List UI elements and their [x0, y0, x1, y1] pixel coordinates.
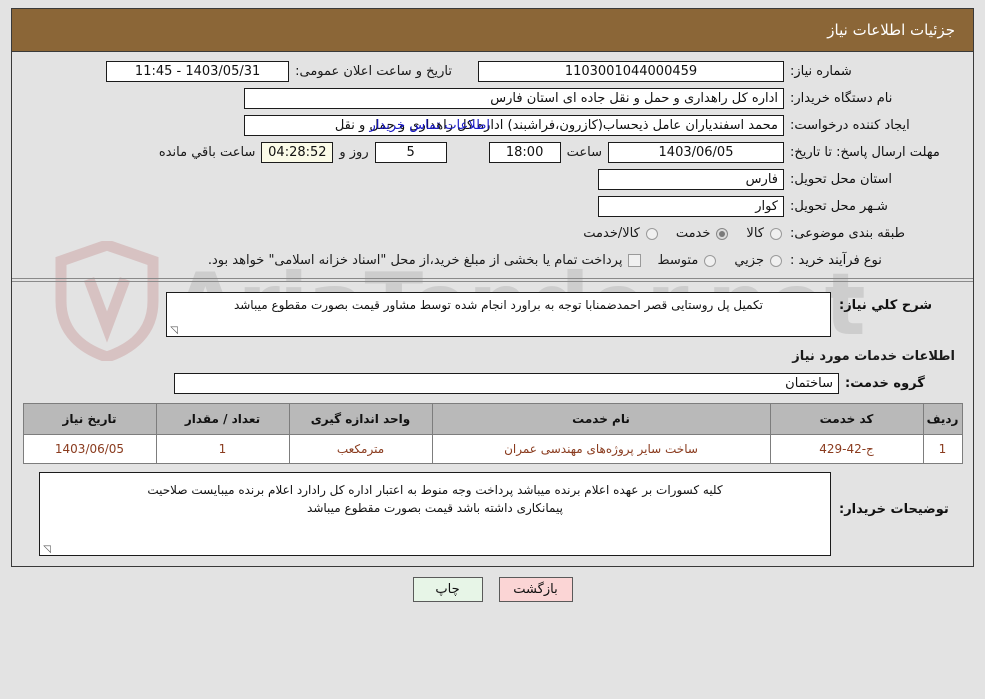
- row-process-type: نوع فرآیند خرید : جزیي متوسط پرداخت تمام…: [26, 247, 959, 274]
- deadline-time-label: ساعت: [566, 145, 602, 160]
- cell-need-date: 1403/06/05: [22, 434, 157, 464]
- footer-actions: بازگشت چاپ: [11, 577, 974, 602]
- row-deadline: مهلت ارسال پاسخ: تا تاریخ: 1403/06/05 سا…: [26, 139, 959, 166]
- category-radio-group: کالا خدمت کالا/خدمت: [567, 226, 784, 241]
- col-unit: واحد اندازه گیری: [288, 403, 433, 435]
- process-radio-group: جزیي متوسط: [641, 253, 784, 268]
- deadline-date-value: 1403/06/05: [608, 142, 784, 163]
- province-label: استان محل تحویل:: [790, 172, 892, 187]
- service-group-value: ساختمان: [174, 373, 839, 394]
- process-option-motavaset-label: متوسط: [657, 253, 699, 268]
- general-desc-label: شرح کلي نیاز:: [839, 298, 933, 313]
- col-quantity: تعداد / مقدار: [155, 403, 290, 435]
- public-announce-value: 11:45 - 1403/05/31: [106, 61, 290, 82]
- buyer-notes-label: توضیحات خریدار:: [839, 502, 949, 517]
- row-requester: ایجاد کننده درخواست: محمد اسفندیاران عام…: [26, 112, 959, 139]
- cell-index: 1: [922, 434, 963, 464]
- city-value: کوار: [598, 196, 784, 217]
- remaining-days-label: روز و: [339, 145, 369, 160]
- radio-icon-kala[interactable]: [770, 227, 782, 240]
- resize-grip-icon-2[interactable]: ◸: [42, 544, 52, 555]
- need-number-value: 1103001044000459: [478, 61, 784, 82]
- row-category: طبقه بندی موضوعی: کالا خدمت کالا/خدمت: [26, 220, 959, 247]
- category-option-khedmat[interactable]: خدمت: [676, 226, 729, 241]
- general-desc-value: تکمیل پل روستایی قصر احمدضمنابا توجه به …: [233, 298, 764, 312]
- buyer-notes-line-2: پیمانکاری داشته باشد قیمت بصورت مقطوع می…: [307, 501, 563, 515]
- service-group-section: گروه خدمت: ساختمان: [12, 368, 973, 397]
- print-button[interactable]: چاپ: [412, 577, 483, 602]
- deadline-time-value: 18:00: [488, 142, 561, 163]
- need-number-label: شماره نیاز:: [790, 64, 852, 79]
- row-buyer-notes: توضیحات خریدار: کلیه کسورات بر عهده اعلا…: [26, 472, 959, 556]
- col-code: کد خدمت: [769, 403, 924, 435]
- category-option-kala[interactable]: کالا: [746, 226, 782, 241]
- process-option-jozei-label: جزیي: [734, 253, 764, 268]
- row-service-group: گروه خدمت: ساختمان: [26, 370, 959, 397]
- table-header-row: ردیف کد خدمت نام خدمت واحد اندازه گیری ت…: [22, 403, 963, 435]
- general-description-section: شرح کلي نیاز: تکمیل پل روستایی قصر احمدض…: [12, 282, 973, 341]
- row-province: استان محل تحویل: فارس: [26, 166, 959, 193]
- radio-icon-khedmat[interactable]: [716, 227, 729, 240]
- row-need-number: شماره نیاز: 1103001044000459 تاریخ و ساع…: [26, 58, 959, 85]
- divider-1: [12, 278, 973, 279]
- buyer-org-label: نام دستگاه خریدار:: [790, 91, 893, 106]
- city-label: شـهر محل تحویل:: [790, 199, 888, 214]
- row-buyer-org: نام دستگاه خریدار: اداره کل راهداری و حم…: [26, 85, 959, 112]
- category-label: طبقه بندی موضوعی:: [790, 226, 906, 241]
- cell-name: ساخت سایر پروژه‌های مهندسی عمران: [431, 434, 771, 464]
- category-option-kala-khedmat-label: کالا/خدمت: [583, 226, 640, 241]
- row-general-desc: شرح کلي نیاز: تکمیل پل روستایی قصر احمدض…: [26, 292, 959, 337]
- treasury-note: پرداخت تمام یا بخشی از مبلغ خرید،از محل …: [207, 253, 623, 268]
- table-row[interactable]: 1 ج-42-429 ساخت سایر پروژه‌های مهندسی عم…: [22, 434, 963, 464]
- public-announce-label: تاریخ و ساعت اعلان عمومی:: [295, 64, 452, 79]
- radio-icon-jozei[interactable]: [770, 254, 782, 267]
- buyer-notes-section: توضیحات خریدار: کلیه کسورات بر عهده اعلا…: [12, 464, 973, 566]
- buyer-notes-textarea[interactable]: کلیه کسورات بر عهده اعلام برنده میباشد پ…: [39, 472, 831, 556]
- category-option-khedmat-label: خدمت: [675, 226, 711, 241]
- row-city: شـهر محل تحویل: کوار: [26, 193, 959, 220]
- need-info-section: شماره نیاز: 1103001044000459 تاریخ و ساع…: [12, 52, 973, 278]
- buyer-notes-line-1: کلیه کسورات بر عهده اعلام برنده میباشد پ…: [147, 483, 723, 497]
- requester-value: محمد اسفندیاران عامل ذیحساب(کازرون،فراشب…: [244, 115, 784, 136]
- cell-quantity: 1: [155, 434, 290, 464]
- page-title: جزئیات اطلاعات نیاز: [12, 9, 973, 52]
- general-desc-textarea[interactable]: تکمیل پل روستایی قصر احمدضمنابا توجه به …: [166, 292, 831, 337]
- remaining-days-value: 5: [374, 142, 447, 163]
- radio-icon-motavaset[interactable]: [704, 254, 717, 267]
- deadline-label: مهلت ارسال پاسخ: تا تاریخ:: [790, 145, 940, 160]
- process-label: نوع فرآیند خرید :: [790, 253, 882, 268]
- province-value: فارس: [598, 169, 784, 190]
- buyer-contact-link[interactable]: اطلاعات تماس خریدار: [366, 118, 494, 133]
- service-group-label: گروه خدمت:: [845, 376, 925, 391]
- services-heading: اطلاعات خدمات مورد نیاز: [792, 349, 955, 364]
- category-option-kala-khedmat[interactable]: کالا/خدمت: [583, 226, 658, 241]
- services-table: ردیف کد خدمت نام خدمت واحد اندازه گیری ت…: [22, 403, 963, 464]
- remaining-suffix-label: ساعت باقي مانده: [158, 145, 256, 160]
- process-option-jozei[interactable]: جزیي: [734, 253, 782, 268]
- requester-label: ایجاد کننده درخواست:: [790, 118, 910, 133]
- cell-unit: مترمکعب: [288, 434, 433, 464]
- col-name: نام خدمت: [431, 403, 771, 435]
- back-button[interactable]: بازگشت: [498, 577, 573, 602]
- radio-icon-kala-khedmat[interactable]: [645, 227, 658, 240]
- remaining-clock-value: 04:28:52: [261, 142, 334, 163]
- buyer-org-value: اداره کل راهداری و حمل و نقل جاده ای است…: [244, 88, 784, 109]
- treasury-checkbox[interactable]: [628, 254, 642, 267]
- col-need-date: تاریخ نیاز: [22, 403, 157, 435]
- process-option-motavaset[interactable]: متوسط: [657, 253, 717, 268]
- resize-grip-icon[interactable]: ◸: [169, 325, 179, 336]
- category-option-kala-label: کالا: [746, 226, 764, 241]
- col-index: ردیف: [922, 403, 963, 435]
- cell-code: ج-42-429: [769, 434, 924, 464]
- details-panel: جزئیات اطلاعات نیاز شماره نیاز: 11030010…: [11, 8, 974, 567]
